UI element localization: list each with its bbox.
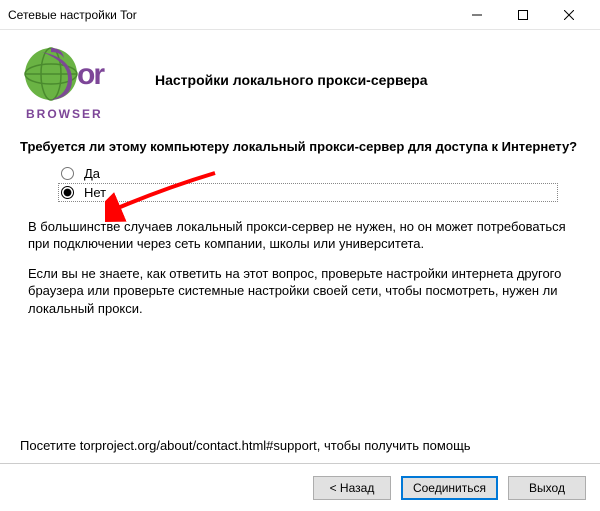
radio-no-input[interactable] [61, 186, 74, 199]
radio-option-yes[interactable]: Да [58, 164, 580, 183]
titlebar: Сетевые настройки Tor [0, 0, 600, 30]
connect-button[interactable]: Соединиться [401, 476, 498, 500]
content-area: or BROWSER Настройки локального прокси-с… [0, 30, 600, 463]
radio-option-no[interactable]: Нет [58, 183, 558, 202]
close-button[interactable] [546, 0, 592, 29]
minimize-button[interactable] [454, 0, 500, 29]
window-controls [454, 0, 592, 29]
radio-yes-label: Да [84, 166, 100, 181]
support-footer-note: Посетите torproject.org/about/contact.ht… [20, 438, 580, 453]
page-heading: Настройки локального прокси-сервера [155, 72, 428, 88]
tor-browser-logo: or BROWSER [20, 40, 115, 120]
window-title: Сетевые настройки Tor [8, 8, 454, 22]
maximize-button[interactable] [500, 0, 546, 29]
radio-no-label: Нет [84, 185, 106, 200]
button-bar: < Назад Соединиться Выход [0, 463, 600, 511]
svg-text:or: or [77, 58, 105, 91]
proxy-question: Требуется ли этому компьютеру локальный … [20, 138, 580, 156]
back-button[interactable]: < Назад [313, 476, 391, 500]
exit-button[interactable]: Выход [508, 476, 586, 500]
header-row: or BROWSER Настройки локального прокси-с… [20, 40, 580, 120]
radio-yes-input[interactable] [61, 167, 74, 180]
explanation-para-2: Если вы не знаете, как ответить на этот … [28, 265, 572, 318]
radio-group: Да Нет [58, 164, 580, 202]
svg-text:BROWSER: BROWSER [26, 107, 103, 120]
explanation-para-1: В большинстве случаев локальный прокси-с… [28, 218, 572, 253]
